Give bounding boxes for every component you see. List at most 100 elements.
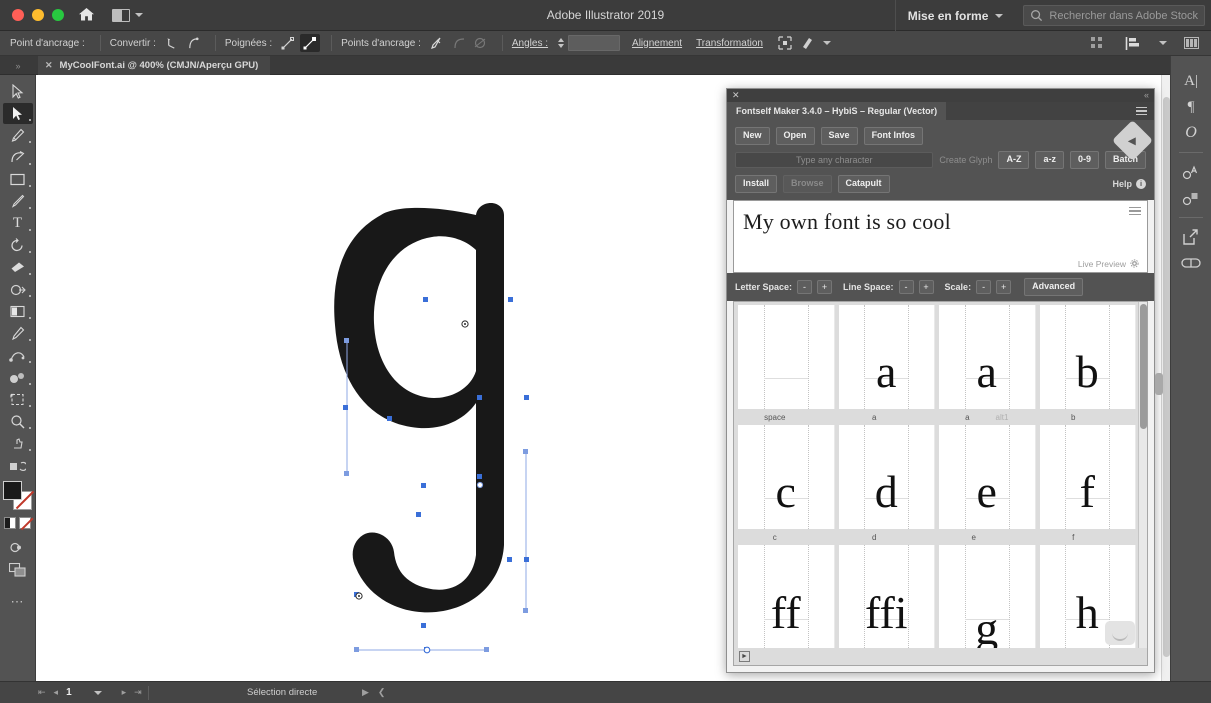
glyph-grid-scrollbar[interactable] — [1138, 302, 1147, 665]
maximize-window-button[interactable] — [52, 9, 64, 21]
convert-to-smooth-icon[interactable] — [184, 34, 204, 52]
remove-anchor-point-icon[interactable] — [427, 34, 447, 52]
page-number[interactable]: 1 — [66, 687, 72, 698]
direct-selection-tool[interactable] — [3, 103, 33, 124]
panel-menu-icon[interactable] — [1136, 107, 1147, 116]
angle-stepper[interactable] — [558, 38, 564, 48]
install-button[interactable]: Install — [735, 175, 777, 193]
hand-tool[interactable] — [3, 433, 33, 454]
letter-space-plus-button[interactable]: + — [817, 280, 832, 294]
chevron-down-icon[interactable] — [1159, 41, 1167, 45]
line-space-minus-button[interactable]: - — [899, 280, 914, 294]
glyph-cell-c[interactable]: c — [738, 425, 835, 530]
close-window-button[interactable] — [12, 9, 24, 21]
artboard-tool[interactable] — [3, 389, 33, 410]
symbol-sprayer-tool[interactable] — [3, 367, 33, 388]
export-panel-icon[interactable] — [1176, 224, 1206, 250]
smile-bubble-icon[interactable] — [1105, 621, 1135, 645]
scale-plus-button[interactable]: + — [996, 280, 1011, 294]
corner-radius-icon[interactable] — [449, 34, 469, 52]
chevron-down-icon[interactable] — [823, 41, 831, 45]
fontself-tab[interactable]: Fontself Maker 3.4.0 – HybiS – Regular (… — [727, 102, 946, 120]
character-panel-icon[interactable]: A| — [1176, 68, 1206, 94]
home-icon[interactable] — [78, 7, 94, 23]
shape-builder-tool[interactable] — [3, 279, 33, 300]
close-icon[interactable]: ✕ — [45, 60, 53, 71]
arrange-grid-icon[interactable] — [1087, 34, 1107, 52]
scale-minus-button[interactable]: - — [976, 280, 991, 294]
screen-mode-icon[interactable] — [3, 559, 33, 580]
live-preview-toggle[interactable]: Live Preview — [1078, 259, 1139, 269]
isolate-selected-path-icon[interactable] — [471, 34, 491, 52]
preview-menu-icon[interactable] — [1129, 207, 1141, 216]
glyph-cell-a[interactable]: a — [839, 305, 936, 410]
close-icon[interactable]: ✕ — [732, 91, 740, 100]
play-sequence-icon[interactable]: ► — [739, 651, 750, 662]
paragraph-panel-icon[interactable]: ¶ — [1176, 94, 1206, 120]
links-panel-icon[interactable] — [1176, 250, 1206, 276]
blend-tool[interactable] — [3, 345, 33, 366]
catapult-button[interactable]: Catapult — [838, 175, 890, 193]
type-character-input[interactable]: Type any character — [735, 152, 933, 168]
gradient-tool[interactable] — [3, 301, 33, 322]
none-swatch-icon[interactable] — [19, 517, 31, 529]
next-page-icon[interactable]: ▸ — [122, 687, 127, 698]
glyph-cell-space[interactable] — [738, 305, 835, 410]
browse-button[interactable]: Browse — [783, 175, 832, 193]
create-lowercase-button[interactable]: a-z — [1035, 151, 1064, 169]
eyedropper-tool[interactable] — [3, 323, 33, 344]
graphic-styles-panel-icon[interactable] — [1176, 185, 1206, 211]
font-infos-button[interactable]: Font Infos — [864, 127, 924, 145]
alignment-link[interactable]: Alignement — [632, 38, 682, 49]
collapse-panel-icon[interactable]: « — [1144, 91, 1149, 100]
create-digits-button[interactable]: 0-9 — [1070, 151, 1099, 169]
rotate-tool[interactable] — [3, 235, 33, 256]
window-controls[interactable] — [12, 9, 64, 21]
color-swatch-icon[interactable] — [4, 517, 16, 529]
glyph-cell-d[interactable]: d — [839, 425, 936, 530]
help-link[interactable]: Help i — [1112, 179, 1146, 189]
previous-page-icon[interactable]: ◂ — [54, 687, 59, 698]
glyph-cell-g[interactable]: g — [939, 545, 1036, 650]
rectangle-tool[interactable] — [3, 169, 33, 190]
save-button[interactable]: Save — [821, 127, 858, 145]
eraser-tool[interactable] — [3, 257, 33, 278]
scrollbar-thumb[interactable] — [1140, 304, 1147, 429]
edit-toolbar-icon[interactable]: ⋯ — [3, 591, 33, 612]
angle-input[interactable] — [568, 35, 620, 51]
glyph-grid[interactable]: a a b space — [733, 301, 1148, 666]
resize-grip-icon[interactable]: ❮ — [378, 687, 386, 698]
arrange-documents-icon[interactable] — [112, 9, 143, 22]
draw-mode-icon[interactable] — [3, 537, 33, 558]
appearance-panel-icon[interactable] — [1176, 159, 1206, 185]
glyph-cell-b[interactable]: b — [1040, 305, 1137, 410]
play-icon[interactable]: ▶ — [362, 687, 369, 698]
advanced-button[interactable]: Advanced — [1024, 278, 1083, 296]
shape-options-icon[interactable] — [797, 34, 817, 52]
letter-space-minus-button[interactable]: - — [797, 280, 812, 294]
workspace-switcher[interactable]: Mise en forme — [895, 0, 1016, 31]
swatch-modes[interactable] — [4, 517, 31, 529]
panel-resize-handle[interactable] — [1155, 373, 1163, 395]
hide-handles-icon[interactable] — [300, 34, 320, 52]
pen-tool[interactable] — [3, 125, 33, 146]
transform-link[interactable]: Transformation — [696, 38, 763, 49]
create-uppercase-button[interactable]: A-Z — [998, 151, 1029, 169]
fill-swatch[interactable] — [3, 481, 22, 500]
font-preview-area[interactable]: My own font is so cool Live Preview — [733, 200, 1148, 273]
isolate-selection-icon[interactable] — [775, 34, 795, 52]
convert-to-corner-icon[interactable] — [162, 34, 182, 52]
new-button[interactable]: New — [735, 127, 770, 145]
curvature-tool[interactable] — [3, 147, 33, 168]
fill-stroke-swatches[interactable] — [3, 481, 33, 511]
glyph-cell-f[interactable]: f — [1040, 425, 1137, 530]
chevron-down-icon[interactable] — [94, 691, 102, 695]
minimize-window-button[interactable] — [32, 9, 44, 21]
show-handles-icon[interactable] — [278, 34, 298, 52]
open-button[interactable]: Open — [776, 127, 815, 145]
zoom-tool[interactable] — [3, 411, 33, 432]
glyph-cell-a-alt1[interactable]: a — [939, 305, 1036, 410]
status-mode-label[interactable]: Sélection directe — [247, 687, 317, 698]
document-setup-icon[interactable] — [1181, 34, 1201, 52]
glyph-cell-ffi[interactable]: ffi — [839, 545, 936, 650]
